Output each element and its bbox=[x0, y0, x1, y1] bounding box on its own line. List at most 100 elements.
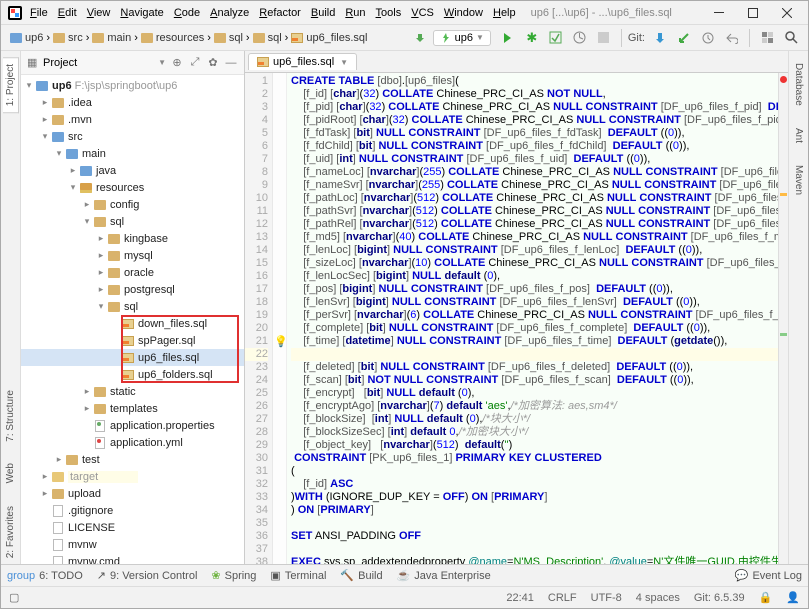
tree-item[interactable]: ▸.idea bbox=[21, 94, 244, 111]
tab-ant[interactable]: Ant bbox=[791, 122, 806, 149]
crumb-3[interactable]: resources bbox=[138, 31, 207, 45]
minimize-button[interactable] bbox=[704, 3, 734, 23]
run-config-selector[interactable]: up6 ▼ bbox=[433, 30, 491, 46]
tree-item[interactable]: application.yml bbox=[21, 434, 244, 451]
tree-item[interactable]: ▸test bbox=[21, 451, 244, 468]
close-button[interactable] bbox=[772, 3, 802, 23]
tree-item[interactable]: ▾resources bbox=[21, 179, 244, 196]
inspect-icon[interactable]: 👤 bbox=[786, 591, 800, 604]
indent[interactable]: 4 spaces bbox=[636, 592, 680, 604]
menu-build[interactable]: Build bbox=[306, 5, 340, 21]
tree-item[interactable]: ▾sql bbox=[21, 298, 244, 315]
menu-vcs[interactable]: VCS bbox=[406, 5, 439, 21]
coverage-button[interactable] bbox=[545, 27, 567, 49]
menu-code[interactable]: Code bbox=[169, 5, 205, 21]
tree-item[interactable]: ▾sql bbox=[21, 213, 244, 230]
menu-run[interactable]: Run bbox=[340, 5, 370, 21]
tree-root[interactable]: ▾ up6 F:\jsp\springboot\up6 bbox=[21, 77, 244, 94]
bottom-vcs[interactable]: ↗9: Version Control bbox=[97, 569, 198, 582]
tree-item[interactable]: spPager.sql bbox=[21, 332, 244, 349]
tree-item[interactable]: ▸java bbox=[21, 162, 244, 179]
tree-item[interactable]: up6_folders.sql bbox=[21, 366, 244, 383]
editor-tab[interactable]: up6_files.sql ▼ bbox=[248, 53, 357, 70]
tree-item[interactable]: ▸static bbox=[21, 383, 244, 400]
error-stripe[interactable] bbox=[778, 73, 788, 564]
bottom-terminal[interactable]: ▣Terminal bbox=[270, 569, 326, 582]
crumb-0[interactable]: up6 bbox=[7, 31, 46, 45]
menu-help[interactable]: Help bbox=[488, 5, 521, 21]
search-icon[interactable] bbox=[780, 27, 802, 49]
error-marker[interactable] bbox=[780, 76, 787, 83]
menu-navigate[interactable]: Navigate bbox=[115, 5, 168, 21]
tree-item[interactable]: down_files.sql bbox=[21, 315, 244, 332]
tab-maven[interactable]: Maven bbox=[791, 159, 806, 201]
crumb-4[interactable]: sql bbox=[211, 31, 246, 45]
tree-item[interactable]: ▾main bbox=[21, 145, 244, 162]
tab-database[interactable]: Database bbox=[791, 57, 806, 112]
tree-item[interactable]: ▸config bbox=[21, 196, 244, 213]
git-branch[interactable]: Git: 6.5.39 bbox=[694, 592, 745, 604]
git-rollback-icon[interactable] bbox=[721, 27, 743, 49]
crumb-2[interactable]: main bbox=[89, 31, 134, 45]
menu-file[interactable]: File bbox=[25, 5, 53, 21]
tree-item[interactable]: ▸kingbase bbox=[21, 230, 244, 247]
encoding[interactable]: UTF-8 bbox=[591, 592, 622, 604]
profile-button[interactable] bbox=[569, 27, 591, 49]
bottom-todo[interactable]: group6: TODO bbox=[7, 570, 83, 582]
crumb-1[interactable]: src bbox=[50, 31, 86, 45]
tree-item[interactable]: LICENSE bbox=[21, 519, 244, 536]
gutter[interactable]: 1234567891011121314151617181920212223242… bbox=[245, 73, 273, 564]
tree-item[interactable]: ▸upload bbox=[21, 485, 244, 502]
build-icon[interactable] bbox=[409, 27, 431, 49]
line-ending[interactable]: CRLF bbox=[548, 592, 577, 604]
run-button[interactable] bbox=[497, 27, 519, 49]
tree-item[interactable]: mvnw bbox=[21, 536, 244, 553]
tab-web[interactable]: Web bbox=[3, 457, 18, 489]
tab-structure[interactable]: 7: Structure bbox=[3, 384, 18, 448]
tree-item[interactable]: .gitignore bbox=[21, 502, 244, 519]
maximize-button[interactable] bbox=[738, 3, 768, 23]
bottom-build[interactable]: 🔨Build bbox=[340, 569, 382, 582]
tree-item[interactable]: ▾src bbox=[21, 128, 244, 145]
menu-tools[interactable]: Tools bbox=[371, 5, 407, 21]
bottom-tool-bar: group6: TODO ↗9: Version Control ❀Spring… bbox=[1, 564, 808, 586]
code-area[interactable]: CREATE TABLE [dbo].[up6_files]( [f_id] [… bbox=[287, 73, 778, 564]
crumb-5[interactable]: sql bbox=[250, 31, 285, 45]
menu-edit[interactable]: Edit bbox=[53, 5, 82, 21]
tree-item[interactable]: up6_files.sql bbox=[21, 349, 244, 366]
bulb-icon[interactable]: 💡 bbox=[274, 335, 288, 348]
menu-window[interactable]: Window bbox=[439, 5, 488, 21]
project-structure-icon[interactable] bbox=[756, 27, 778, 49]
ok-marker[interactable] bbox=[780, 333, 787, 336]
lock-icon[interactable]: 🔒 bbox=[759, 591, 773, 604]
tree-item[interactable]: ▸.mvn bbox=[21, 111, 244, 128]
menu-refactor[interactable]: Refactor bbox=[254, 5, 306, 21]
stop-button[interactable] bbox=[593, 27, 615, 49]
debug-button[interactable]: ✱ bbox=[521, 27, 543, 49]
tree-item[interactable]: ▸mysql bbox=[21, 247, 244, 264]
hide-icon[interactable]: — bbox=[224, 57, 238, 69]
bottom-javaee[interactable]: ☕Java Enterprise bbox=[397, 569, 491, 582]
event-log[interactable]: 💬Event Log bbox=[735, 569, 802, 582]
git-commit-icon[interactable] bbox=[673, 27, 695, 49]
git-history-icon[interactable] bbox=[697, 27, 719, 49]
tree-item[interactable]: ▸templates bbox=[21, 400, 244, 417]
bottom-spring[interactable]: ❀Spring bbox=[211, 569, 256, 582]
select-opened-icon[interactable]: ⊕ bbox=[170, 56, 184, 69]
tree-item[interactable]: ▸target bbox=[21, 468, 244, 485]
tree-item[interactable]: ▸postgresql bbox=[21, 281, 244, 298]
crumb-6[interactable]: up6_files.sql bbox=[288, 31, 370, 45]
tab-project[interactable]: 1: Project bbox=[3, 57, 19, 113]
tab-favorites[interactable]: 2: Favorites bbox=[3, 500, 18, 564]
tree-item[interactable]: mvnw.cmd bbox=[21, 553, 244, 564]
expand-all-icon[interactable]: ⤢ bbox=[188, 56, 202, 69]
tree-item[interactable]: ▸oracle bbox=[21, 264, 244, 281]
gear-icon[interactable]: ✿ bbox=[206, 56, 220, 69]
caret-pos[interactable]: 22:41 bbox=[506, 592, 534, 604]
menu-view[interactable]: View bbox=[82, 5, 116, 21]
tree-item[interactable]: application.properties bbox=[21, 417, 244, 434]
menu-analyze[interactable]: Analyze bbox=[205, 5, 254, 21]
warn-marker[interactable] bbox=[780, 193, 787, 196]
git-update-icon[interactable] bbox=[649, 27, 671, 49]
status-icon[interactable]: ▢ bbox=[9, 591, 19, 604]
